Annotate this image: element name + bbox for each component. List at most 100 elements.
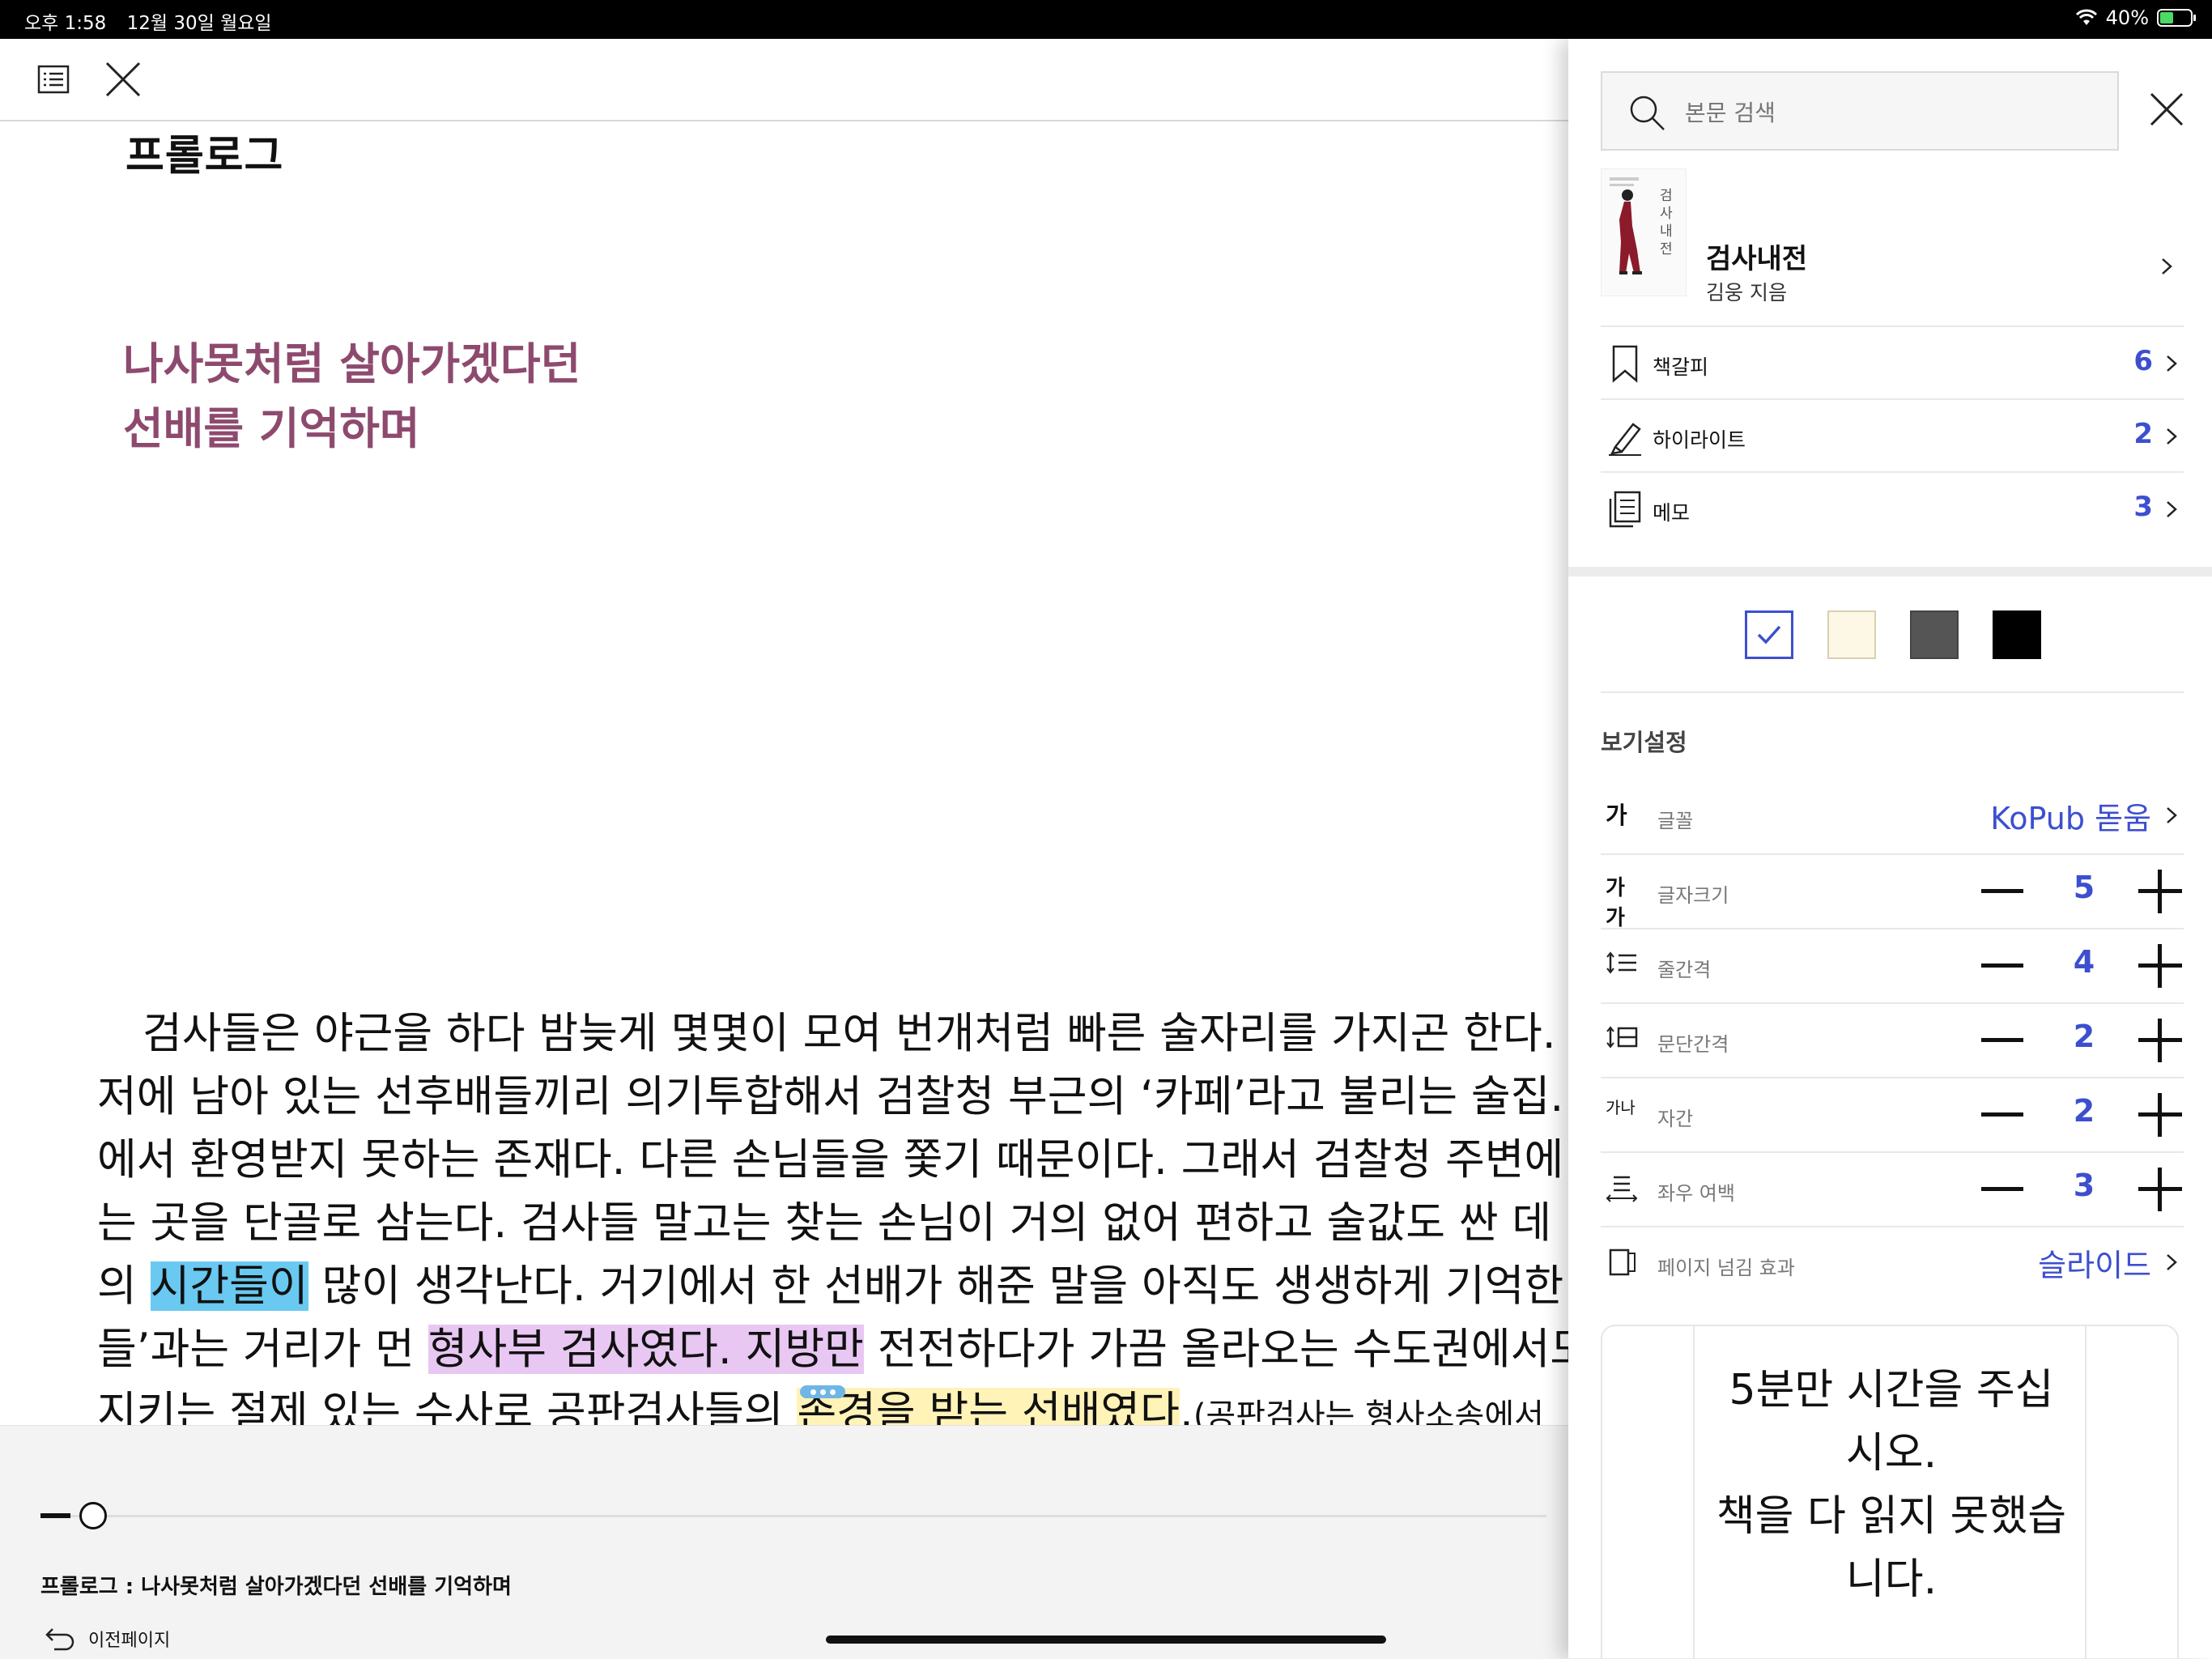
text-run: 들’과는 거리가 먼 bbox=[97, 1325, 428, 1374]
highlights-row[interactable]: 하이라이트 2 bbox=[1601, 398, 2184, 473]
text-line: 에서 환영받지 못하는 존재다. 다른 손님들을 쫓기 때문이다. 그래서 검찰… bbox=[97, 1135, 1564, 1185]
increase-button[interactable] bbox=[2138, 944, 2182, 988]
progress-fill bbox=[40, 1513, 70, 1518]
panel-close-icon[interactable] bbox=[2146, 89, 2187, 130]
chevron-right-icon bbox=[2162, 258, 2172, 274]
memos-row[interactable]: 메모 3 bbox=[1601, 471, 2184, 546]
search-box[interactable] bbox=[1601, 71, 2119, 151]
view-settings-title: 보기설정 bbox=[1601, 729, 1687, 756]
status-time: 오후 1:58 bbox=[24, 13, 107, 34]
increase-button[interactable] bbox=[2138, 870, 2182, 913]
letter-spacing-value: 2 bbox=[2073, 1093, 2095, 1129]
chevron-right-icon bbox=[2167, 807, 2177, 823]
margin-icon bbox=[1606, 1176, 1638, 1202]
back-arrow-icon bbox=[45, 1628, 74, 1651]
page-turn-icon bbox=[1609, 1249, 1636, 1276]
preview-line: 5분만 시간을 주십 bbox=[1729, 1366, 2054, 1414]
close-icon[interactable] bbox=[102, 58, 144, 100]
increase-button[interactable] bbox=[2138, 1168, 2182, 1211]
letter-spacing-stepper: 2 bbox=[1981, 1093, 2184, 1137]
memo-icon bbox=[1609, 491, 1641, 528]
decrease-button[interactable] bbox=[1981, 963, 2023, 968]
text-line: 의 시간들이 많이 생각난다. 거기에서 한 선배가 해준 말을 아직도 생생하… bbox=[97, 1255, 1579, 1318]
wifi-icon bbox=[2075, 9, 2097, 25]
check-icon bbox=[1757, 625, 1781, 644]
book-info[interactable]: 검사내전 검사내전 김웅 지음 bbox=[1601, 168, 2184, 322]
margin-stepper: 3 bbox=[1981, 1168, 2184, 1211]
text-line: 저에 남아 있는 선후배들끼리 의기투합해서 검찰청 부근의 ‘카페’라고 불리… bbox=[97, 1072, 1564, 1121]
status-date: 12월 30일 월요일 bbox=[126, 13, 272, 34]
theme-black-swatch[interactable] bbox=[1993, 610, 2041, 659]
margin-label: 좌우 여백 bbox=[1657, 1182, 1735, 1205]
section-divider bbox=[1568, 567, 2212, 576]
paragraph-spacing-icon bbox=[1606, 1026, 1638, 1049]
body-text: 검사들은 야근을 하다 밤늦게 몇몇이 모여 번개처럼 빠른 술자리를 가지곤 … bbox=[97, 1002, 1579, 1448]
progress-slider-handle[interactable] bbox=[79, 1502, 107, 1529]
paragraph-spacing-row: 문단간격 2 bbox=[1601, 1002, 2184, 1078]
decrease-button[interactable] bbox=[1981, 889, 2023, 893]
font-size-label: 글자크기 bbox=[1657, 884, 1729, 907]
text-line: 검사들은 야근을 하다 밤늦게 몇몇이 모여 번개처럼 빠른 술자리를 가지곤 … bbox=[143, 1009, 1556, 1058]
font-size-value: 5 bbox=[2073, 870, 2095, 905]
bookmark-icon bbox=[1612, 345, 1638, 383]
search-icon bbox=[1630, 96, 1665, 130]
page-effect-row[interactable]: 페이지 넘김 효과 슬라이드 bbox=[1601, 1226, 2184, 1300]
dedication-line: 나사못처럼 살아가겠다던 bbox=[123, 338, 581, 389]
highlight-blue[interactable]: 시간들이 bbox=[150, 1261, 308, 1311]
prev-page-button[interactable]: 이전페이지 bbox=[45, 1624, 170, 1653]
highlights-count: 2 bbox=[2133, 418, 2153, 450]
font-size-stepper: 5 bbox=[1981, 870, 2184, 913]
chevron-right-icon bbox=[2167, 355, 2177, 372]
text-line: 는 곳을 단골로 삼는다. 검사들 말고는 찾는 손님이 거의 없어 편하고 술… bbox=[97, 1198, 1552, 1248]
book-cover: 검사내전 bbox=[1601, 168, 1687, 296]
book-title: 검사내전 bbox=[1706, 243, 1808, 275]
memo-marker-icon[interactable] bbox=[800, 1385, 845, 1398]
theme-gray-swatch[interactable] bbox=[1910, 610, 1959, 659]
bookmarks-label: 책갈피 bbox=[1653, 355, 1709, 379]
font-row[interactable]: 가 글꼴 KoPub 돋움 bbox=[1601, 779, 2184, 855]
status-bar: 오후 1:58 12월 30일 월요일 40% bbox=[0, 0, 2212, 39]
battery-percent: 40% bbox=[2105, 6, 2149, 29]
bookmarks-count: 6 bbox=[2133, 345, 2153, 377]
theme-cream-swatch[interactable] bbox=[1827, 610, 1876, 659]
page-effect-value[interactable]: 슬라이드 bbox=[2038, 1240, 2151, 1285]
text-line: 들’과는 거리가 먼 형사부 검사였다. 지방만 전전하다가 가끔 올라오는 수… bbox=[97, 1318, 1579, 1381]
text-run: 많이 생각난다. 거기에서 한 선배가 해준 말을 아직도 생생하게 기억한 bbox=[308, 1261, 1564, 1311]
home-indicator[interactable] bbox=[826, 1636, 1386, 1644]
decrease-button[interactable] bbox=[1981, 1038, 2023, 1042]
theme-white-swatch[interactable] bbox=[1745, 610, 1793, 659]
chevron-right-icon bbox=[2167, 501, 2177, 517]
battery-icon bbox=[2157, 9, 2196, 27]
preview-line: 책을 다 읽지 못했습 bbox=[1716, 1492, 2067, 1541]
letter-spacing-icon: 가나 bbox=[1606, 1098, 1636, 1117]
bookmarks-row[interactable]: 책갈피 6 bbox=[1601, 325, 2184, 400]
chapter-info: 프롤로그 : 나사못처럼 살아가겠다던 선배를 기억하며 bbox=[40, 1575, 512, 1599]
decrease-button[interactable] bbox=[1981, 1112, 2023, 1117]
reader-view: 프롤로그 나사못처럼 살아가겠다던 선배를 기억하며 검사들은 야근을 하다 밤… bbox=[0, 39, 1579, 1659]
decrease-button[interactable] bbox=[1981, 1187, 2023, 1191]
page-title: 프롤로그 bbox=[125, 132, 284, 181]
line-spacing-row: 줄간격 4 bbox=[1601, 928, 2184, 1004]
reader-toolbar bbox=[0, 39, 1568, 121]
highlight-purple[interactable]: 형사부 검사였다. 지방만 bbox=[428, 1325, 864, 1374]
font-icon: 가 bbox=[1606, 802, 1627, 829]
theme-selector bbox=[1745, 610, 2041, 659]
search-input[interactable] bbox=[1683, 89, 2091, 136]
settings-panel: 검사내전 검사내전 김웅 지음 책갈피 6 하이라이트 2 메모 3 보기설정 … bbox=[1568, 39, 2212, 1658]
increase-button[interactable] bbox=[2138, 1093, 2182, 1137]
increase-button[interactable] bbox=[2138, 1019, 2182, 1062]
progress-track[interactable] bbox=[40, 1515, 1546, 1517]
status-right: 40% bbox=[2075, 6, 2196, 29]
font-value[interactable]: KoPub 돋움 bbox=[1990, 793, 2151, 838]
font-size-row: 가가 글자크기 5 bbox=[1601, 853, 2184, 930]
preview-line: 시오. bbox=[1845, 1429, 1938, 1478]
divider bbox=[1601, 691, 2184, 693]
line-spacing-icon bbox=[1606, 951, 1636, 974]
preview-page: 5분만 시간을 주십 시오. 책을 다 읽지 못했습 니다. bbox=[1693, 1326, 2087, 1658]
highlighter-icon bbox=[1609, 423, 1641, 456]
toc-icon[interactable] bbox=[32, 58, 74, 100]
page-effect-label: 페이지 넘김 효과 bbox=[1657, 1257, 1795, 1279]
preview-line: 니다. bbox=[1845, 1555, 1938, 1604]
memos-count: 3 bbox=[2133, 491, 2153, 523]
book-cover-title: 검사내전 bbox=[1660, 188, 1673, 257]
